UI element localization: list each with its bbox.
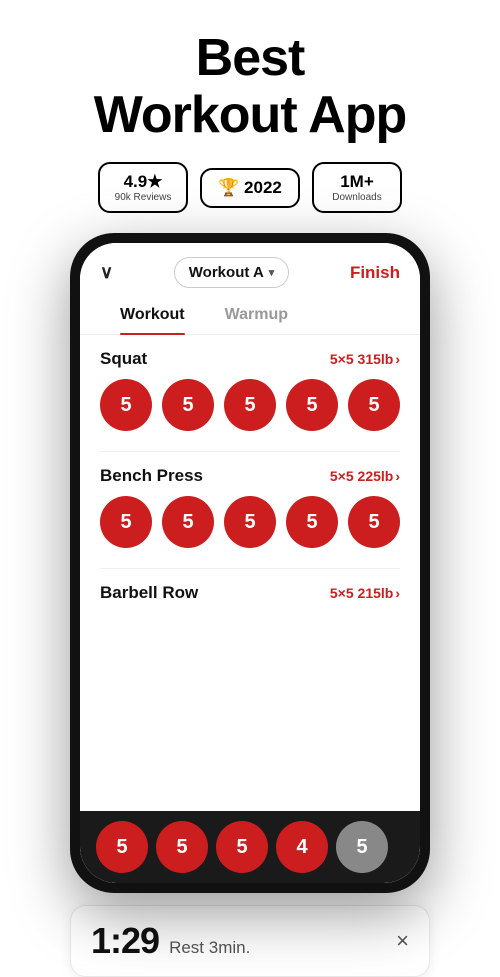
squat-set-3[interactable]: 5 [224, 379, 276, 431]
exercise-barbell-row: Barbell Row 5×5 215lb › [80, 569, 420, 619]
exercise-list: Squat 5×5 315lb › 5 5 5 5 5 [80, 335, 420, 811]
tab-workout[interactable]: Workout [100, 296, 205, 334]
bottom-set-bar: 5 5 5 4 5 [80, 811, 420, 883]
header-title: Best Workout App [20, 30, 480, 144]
squat-header: Squat 5×5 315lb › [100, 349, 400, 369]
bench-header: Bench Press 5×5 225lb › [100, 466, 400, 486]
timer-time: 1:29 [91, 920, 159, 962]
bench-set-2[interactable]: 5 [162, 496, 214, 548]
squat-set-4[interactable]: 5 [286, 379, 338, 431]
rating-value: 4.9★ [124, 172, 163, 192]
chevron-right-icon: › [395, 351, 400, 367]
workout-selector-label: Workout A [189, 264, 264, 281]
squat-sets[interactable]: 5×5 315lb › [330, 351, 400, 367]
finish-button[interactable]: Finish [350, 263, 400, 283]
bench-set-4[interactable]: 5 [286, 496, 338, 548]
barbell-name: Barbell Row [100, 583, 198, 603]
chevron-right-icon-barbell: › [395, 585, 400, 601]
title-line2: Workout App [94, 86, 407, 144]
rating-badge: 4.9★ 90k Reviews [98, 162, 188, 213]
downloads-sub: Downloads [332, 192, 381, 203]
phone-screen: ∨ Workout A ▾ Finish Workout Warmup Squa… [80, 243, 420, 883]
bench-circles: 5 5 5 5 5 [100, 496, 400, 562]
timer-label: Rest 3min. [169, 938, 250, 958]
rating-sub: 90k Reviews [115, 192, 172, 203]
bottom-set-1[interactable]: 5 [96, 821, 148, 873]
barbell-sets[interactable]: 5×5 215lb › [330, 585, 400, 601]
bottom-set-5[interactable]: 5 [336, 821, 388, 873]
bench-set-5[interactable]: 5 [348, 496, 400, 548]
tab-warmup[interactable]: Warmup [205, 296, 308, 334]
barbell-header: Barbell Row 5×5 215lb › [100, 583, 400, 603]
exercise-squat: Squat 5×5 315lb › 5 5 5 5 5 [80, 335, 420, 451]
bench-set-3[interactable]: 5 [224, 496, 276, 548]
dropdown-arrow-icon: ▾ [269, 266, 275, 279]
squat-name: Squat [100, 349, 147, 369]
app-header: Best Workout App [0, 0, 500, 162]
timer-left: 1:29 Rest 3min. [91, 920, 250, 962]
title-line1: Best [196, 29, 305, 87]
bench-name: Bench Press [100, 466, 203, 486]
bottom-set-4[interactable]: 4 [276, 821, 328, 873]
downloads-badge: 1M+ Downloads [312, 162, 402, 213]
bench-sets[interactable]: 5×5 225lb › [330, 468, 400, 484]
downloads-value: 1M+ [340, 172, 374, 192]
badges-row: 4.9★ 90k Reviews 🏆 2022 1M+ Downloads [98, 162, 402, 213]
award-value: 🏆 2022 [218, 178, 282, 198]
chevron-down-icon[interactable]: ∨ [100, 262, 113, 283]
workout-selector[interactable]: Workout A ▾ [174, 257, 290, 288]
squat-set-5[interactable]: 5 [348, 379, 400, 431]
phone-outer: ∨ Workout A ▾ Finish Workout Warmup Squa… [70, 233, 430, 893]
bench-set-1[interactable]: 5 [100, 496, 152, 548]
bottom-set-3[interactable]: 5 [216, 821, 268, 873]
squat-circles: 5 5 5 5 5 [100, 379, 400, 445]
squat-set-2[interactable]: 5 [162, 379, 214, 431]
tabs-row: Workout Warmup [80, 296, 420, 335]
bottom-circles: 5 5 5 4 5 [96, 821, 404, 873]
award-badge: 🏆 2022 [200, 168, 300, 208]
chevron-right-icon-bench: › [395, 468, 400, 484]
bottom-set-2[interactable]: 5 [156, 821, 208, 873]
phone-topbar: ∨ Workout A ▾ Finish [80, 243, 420, 296]
timer-close-button[interactable]: × [396, 928, 409, 954]
exercise-bench-press: Bench Press 5×5 225lb › 5 5 5 5 5 [80, 452, 420, 568]
timer-bar: 1:29 Rest 3min. × [70, 905, 430, 977]
phone-mockup: ∨ Workout A ▾ Finish Workout Warmup Squa… [70, 233, 430, 977]
squat-set-1[interactable]: 5 [100, 379, 152, 431]
